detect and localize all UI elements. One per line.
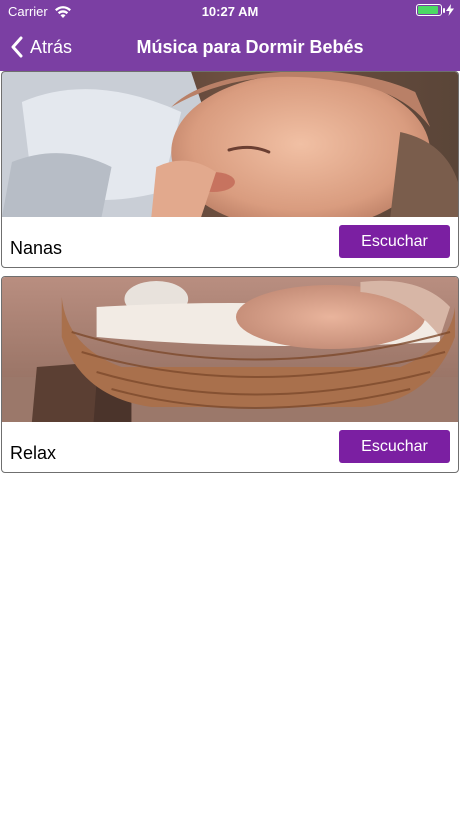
card-relax: Relax Escuchar (1, 276, 459, 473)
status-time: 10:27 AM (201, 4, 259, 19)
page-title: Música para Dormir Bebés (136, 37, 364, 57)
status-bar: Carrier 10:27 AM (0, 0, 460, 24)
battery-fill (418, 6, 438, 14)
baby-in-basket-photo (2, 277, 458, 422)
charging-bolt-icon (446, 4, 454, 16)
app-header: Carrier 10:27 AM Atrás Música para Dormi… (0, 0, 460, 71)
sleeping-baby-photo (2, 72, 458, 217)
battery-icon (416, 4, 445, 16)
card-nanas: Nanas Escuchar (1, 71, 459, 268)
card-label-relax: Relax (10, 443, 57, 463)
card-label-nanas: Nanas (10, 238, 63, 258)
listen-button-relax[interactable]: Escuchar (339, 430, 450, 463)
nav-bar: Atrás Música para Dormir Bebés (0, 24, 460, 71)
battery-group (416, 4, 454, 16)
listen-button-nanas[interactable]: Escuchar (339, 225, 450, 258)
